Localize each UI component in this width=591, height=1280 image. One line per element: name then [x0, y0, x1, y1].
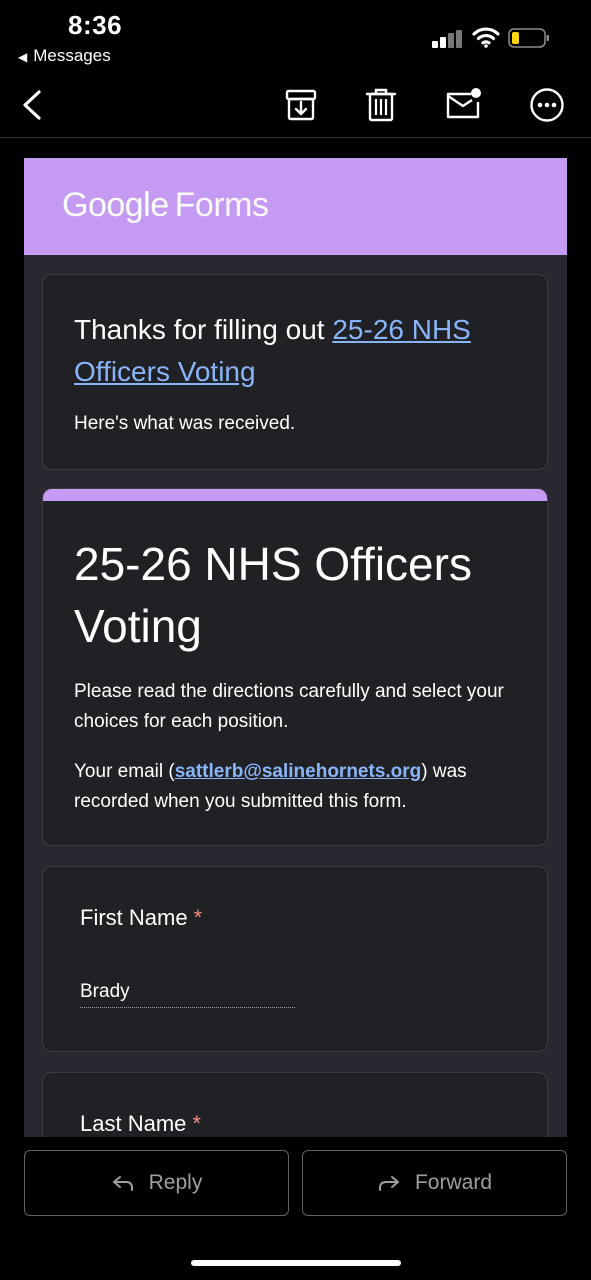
more-icon[interactable] [528, 86, 566, 124]
received-text: Here's what was received. [74, 413, 296, 434]
thanks-card: Thanks for filling out 25-26 NHS Officer… [42, 274, 548, 470]
forward-icon [378, 1176, 399, 1191]
email-body: Google Forms Thanks for filling out 25-26… [0, 138, 591, 1137]
forward-button[interactable]: Forward [302, 1150, 567, 1216]
mail-toolbar [0, 72, 591, 138]
answer-value: Brady [80, 981, 295, 1008]
title-accent-bar [43, 489, 547, 501]
required-mark: * [192, 1111, 201, 1136]
question-label: First Name * [80, 905, 203, 930]
mark-unread-icon[interactable] [444, 86, 482, 124]
status-time: 8:36 [68, 10, 123, 40]
question-card-first-name: First Name * Brady [42, 866, 548, 1052]
back-chevron-icon[interactable] [14, 86, 52, 124]
form-title-card: 25-26 NHS Officers Voting Please read th… [42, 488, 548, 846]
form-description: Please read the directions carefully and… [74, 681, 504, 732]
bottom-action-bar: Reply Forward [0, 1137, 591, 1280]
back-triangle-icon: ◀ [18, 50, 28, 64]
respondent-email-link[interactable]: sattlerb@salinehornets.org [175, 761, 422, 782]
email-recorded-note: Your email (sattlerb@salinehornets.org) … [74, 761, 467, 812]
required-mark: * [193, 905, 203, 930]
reply-icon [112, 1176, 133, 1191]
battery-icon [508, 28, 550, 48]
status-bar: 8:36 ◀ Messages [0, 0, 591, 72]
form-title: 25-26 NHS Officers Voting [74, 538, 472, 652]
trash-icon[interactable] [362, 86, 400, 124]
google-forms-header: Google Forms [24, 158, 567, 255]
back-to-app-link[interactable]: ◀ Messages [18, 46, 111, 66]
back-app-label: Messages [33, 46, 111, 65]
question-card-last-name: Last Name * [42, 1072, 548, 1137]
question-label: Last Name * [80, 1111, 201, 1136]
google-forms-logo: Google Forms [62, 186, 269, 224]
thanks-message: Thanks for filling out 25-26 NHS Officer… [74, 314, 471, 387]
home-indicator[interactable] [191, 1260, 401, 1266]
reply-button[interactable]: Reply [24, 1150, 289, 1216]
cellular-signal-icon [432, 30, 464, 48]
wifi-icon [472, 26, 500, 48]
reply-label: Reply [148, 1171, 203, 1194]
google-forms-email: Google Forms Thanks for filling out 25-26… [24, 158, 567, 1137]
forward-label: Forward [414, 1171, 493, 1194]
archive-icon[interactable] [282, 86, 320, 124]
